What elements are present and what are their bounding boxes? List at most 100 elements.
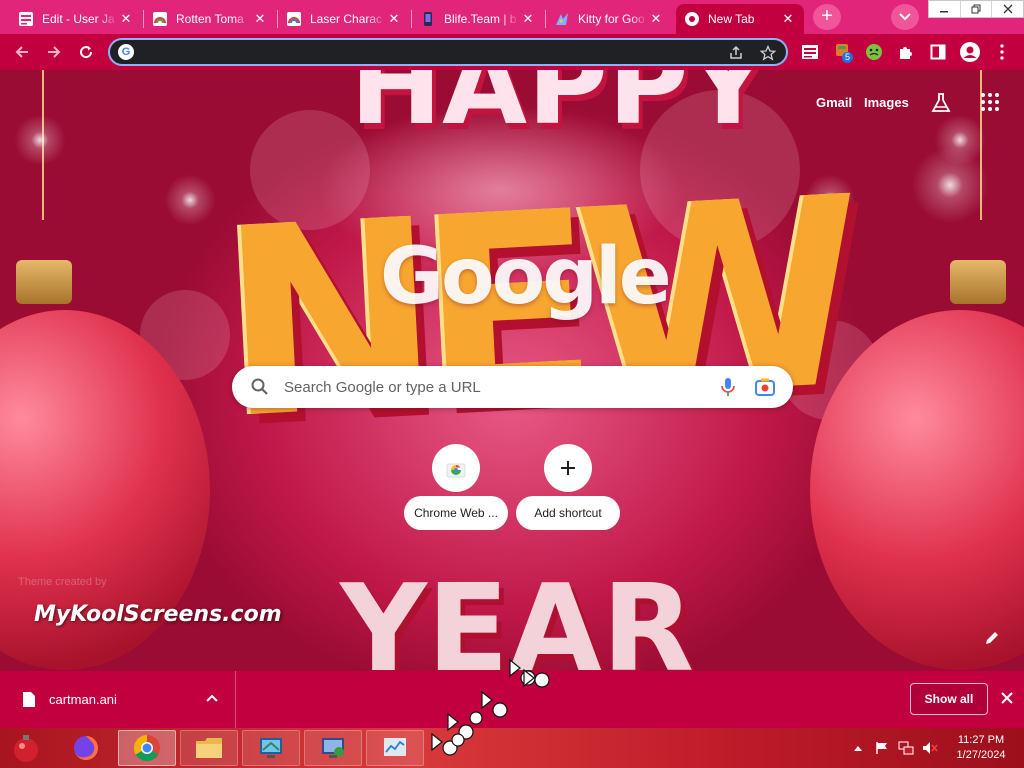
- tab-kitty-for-google[interactable]: Kitty for Goo ✕: [546, 4, 672, 34]
- extension-puzzle-badge-icon[interactable]: 5: [834, 42, 854, 63]
- shortcut-icon-circle: [432, 444, 480, 492]
- shortcut-label: Chrome Web ...: [404, 496, 508, 530]
- chevron-up-icon[interactable]: [204, 691, 220, 707]
- volume-muted-icon[interactable]: [922, 740, 938, 756]
- minimize-button[interactable]: [929, 1, 961, 17]
- tab-title: Edit - User Ja: [42, 12, 115, 26]
- google-logo: Google: [380, 232, 672, 322]
- tab-title: Laser Charac: [310, 12, 383, 26]
- ornament-cap: [950, 260, 1006, 304]
- tab-strip: Edit - User Ja ✕ Rotten Toma ✕ Laser Cha…: [0, 0, 1024, 34]
- address-bar[interactable]: G: [108, 38, 788, 66]
- tab-title: Kitty for Goo: [578, 12, 645, 26]
- tab-title: New Tab: [708, 12, 755, 26]
- shortcut-label: Add shortcut: [516, 496, 620, 530]
- action-center-flag-icon[interactable]: [874, 740, 890, 756]
- browser-menu-icon[interactable]: [992, 42, 1012, 62]
- tab-edit-user[interactable]: Edit - User Ja ✕: [10, 4, 142, 34]
- tab-laser-characters[interactable]: Laser Charac ✕: [278, 4, 410, 34]
- taskbar-remote-desktop[interactable]: [304, 730, 362, 766]
- restore-button[interactable]: [961, 1, 993, 17]
- network-app-icon: [260, 738, 282, 758]
- gmail-link[interactable]: Gmail: [816, 95, 852, 110]
- close-icon[interactable]: ✕: [648, 11, 664, 27]
- restore-icon: [971, 4, 981, 14]
- show-all-button[interactable]: Show all: [910, 683, 988, 715]
- search-icon: [250, 377, 270, 397]
- tray-overflow-chevron-icon[interactable]: [850, 740, 866, 756]
- start-button[interactable]: [0, 730, 52, 766]
- remote-desktop-icon: [322, 738, 344, 758]
- reload-button[interactable]: [74, 40, 98, 64]
- bg-word-happy: HAPPY: [350, 70, 769, 149]
- rainbow-icon: [152, 11, 168, 27]
- windows-taskbar: 11:27 PM 1/27/2024: [0, 728, 1024, 768]
- shortcut-icon-circle: [544, 444, 592, 492]
- taskbar-task-manager[interactable]: [366, 730, 424, 766]
- add-shortcut-button[interactable]: Add shortcut: [516, 436, 620, 532]
- close-icon[interactable]: ✕: [252, 11, 268, 27]
- bg-word-year: YEAR: [340, 560, 695, 672]
- side-panel-icon[interactable]: [928, 42, 948, 62]
- rainbow-icon: [286, 11, 302, 27]
- tab-blife-team[interactable]: Blife.Team | b ✕: [412, 4, 544, 34]
- tab-search-button[interactable]: [891, 4, 919, 30]
- phone-icon: [420, 11, 436, 27]
- shortcut-chrome-web-store[interactable]: Chrome Web ...: [404, 436, 508, 532]
- watermark-text: MyKoolScreens.com: [34, 602, 282, 627]
- start-orb-icon: [14, 735, 38, 762]
- taskbar-file-explorer[interactable]: [180, 730, 238, 766]
- close-icon[interactable]: ✕: [780, 11, 796, 27]
- ornament-cap: [16, 260, 72, 304]
- images-link[interactable]: Images: [864, 95, 909, 110]
- network-status-icon[interactable]: [898, 740, 914, 756]
- bookmark-star-icon[interactable]: [758, 43, 778, 63]
- customize-pencil-icon[interactable]: [982, 628, 1002, 648]
- task-manager-icon: [384, 738, 406, 756]
- search-box[interactable]: [232, 366, 793, 408]
- google-apps-grid-icon[interactable]: [980, 92, 1000, 112]
- tab-title: Rotten Toma: [176, 12, 244, 26]
- address-input[interactable]: [142, 42, 722, 62]
- search-input[interactable]: [282, 376, 702, 398]
- reload-icon: [80, 46, 93, 59]
- tab-new-tab[interactable]: New Tab ✕: [676, 4, 804, 34]
- voice-search-mic-icon[interactable]: [718, 376, 738, 398]
- taskbar-network-app[interactable]: [242, 730, 300, 766]
- reading-list-icon[interactable]: [800, 42, 820, 62]
- google-lens-camera-icon[interactable]: [754, 376, 776, 398]
- firefox-icon: [73, 736, 98, 760]
- chrome-web-store-icon: [446, 463, 466, 478]
- sparkle: [905, 140, 995, 230]
- close-window-button[interactable]: [992, 1, 1023, 17]
- back-arrow-icon: [15, 46, 28, 58]
- profile-avatar-icon[interactable]: [960, 42, 980, 62]
- extensions-puzzle-icon[interactable]: [896, 42, 916, 62]
- chrome-icon: [133, 734, 160, 762]
- clock-date: 1/27/2024: [956, 749, 1006, 761]
- forward-button[interactable]: [42, 40, 66, 64]
- tab-rotten-tomatoes[interactable]: Rotten Toma ✕: [144, 4, 276, 34]
- new-tab-button[interactable]: +: [813, 4, 841, 30]
- close-icon[interactable]: ✕: [520, 11, 536, 27]
- taskbar-chrome[interactable]: [118, 730, 176, 766]
- taskbar-firefox[interactable]: [57, 730, 115, 766]
- kitty-icon: [554, 11, 570, 27]
- theme-credit[interactable]: Theme created by: [18, 576, 107, 588]
- close-icon[interactable]: [998, 689, 1016, 707]
- smiley-extension-icon[interactable]: [864, 42, 884, 62]
- download-filename: cartman.ani: [49, 692, 117, 707]
- labs-flask-icon[interactable]: [930, 92, 952, 114]
- close-icon[interactable]: ✕: [118, 11, 134, 27]
- close-icon[interactable]: ✕: [386, 11, 402, 27]
- file-icon: [22, 691, 36, 708]
- file-explorer-icon: [196, 738, 222, 758]
- share-icon[interactable]: [726, 43, 746, 63]
- back-button[interactable]: [10, 40, 34, 64]
- browser-toolbar: G 5: [0, 34, 1024, 70]
- edit-page-icon: [18, 11, 34, 27]
- google-g-icon: G: [118, 44, 134, 60]
- download-item[interactable]: cartman.ani: [0, 671, 236, 728]
- tab-title: Blife.Team | b: [444, 12, 517, 26]
- taskbar-clock[interactable]: 11:27 PM 1/27/2024: [948, 733, 1014, 763]
